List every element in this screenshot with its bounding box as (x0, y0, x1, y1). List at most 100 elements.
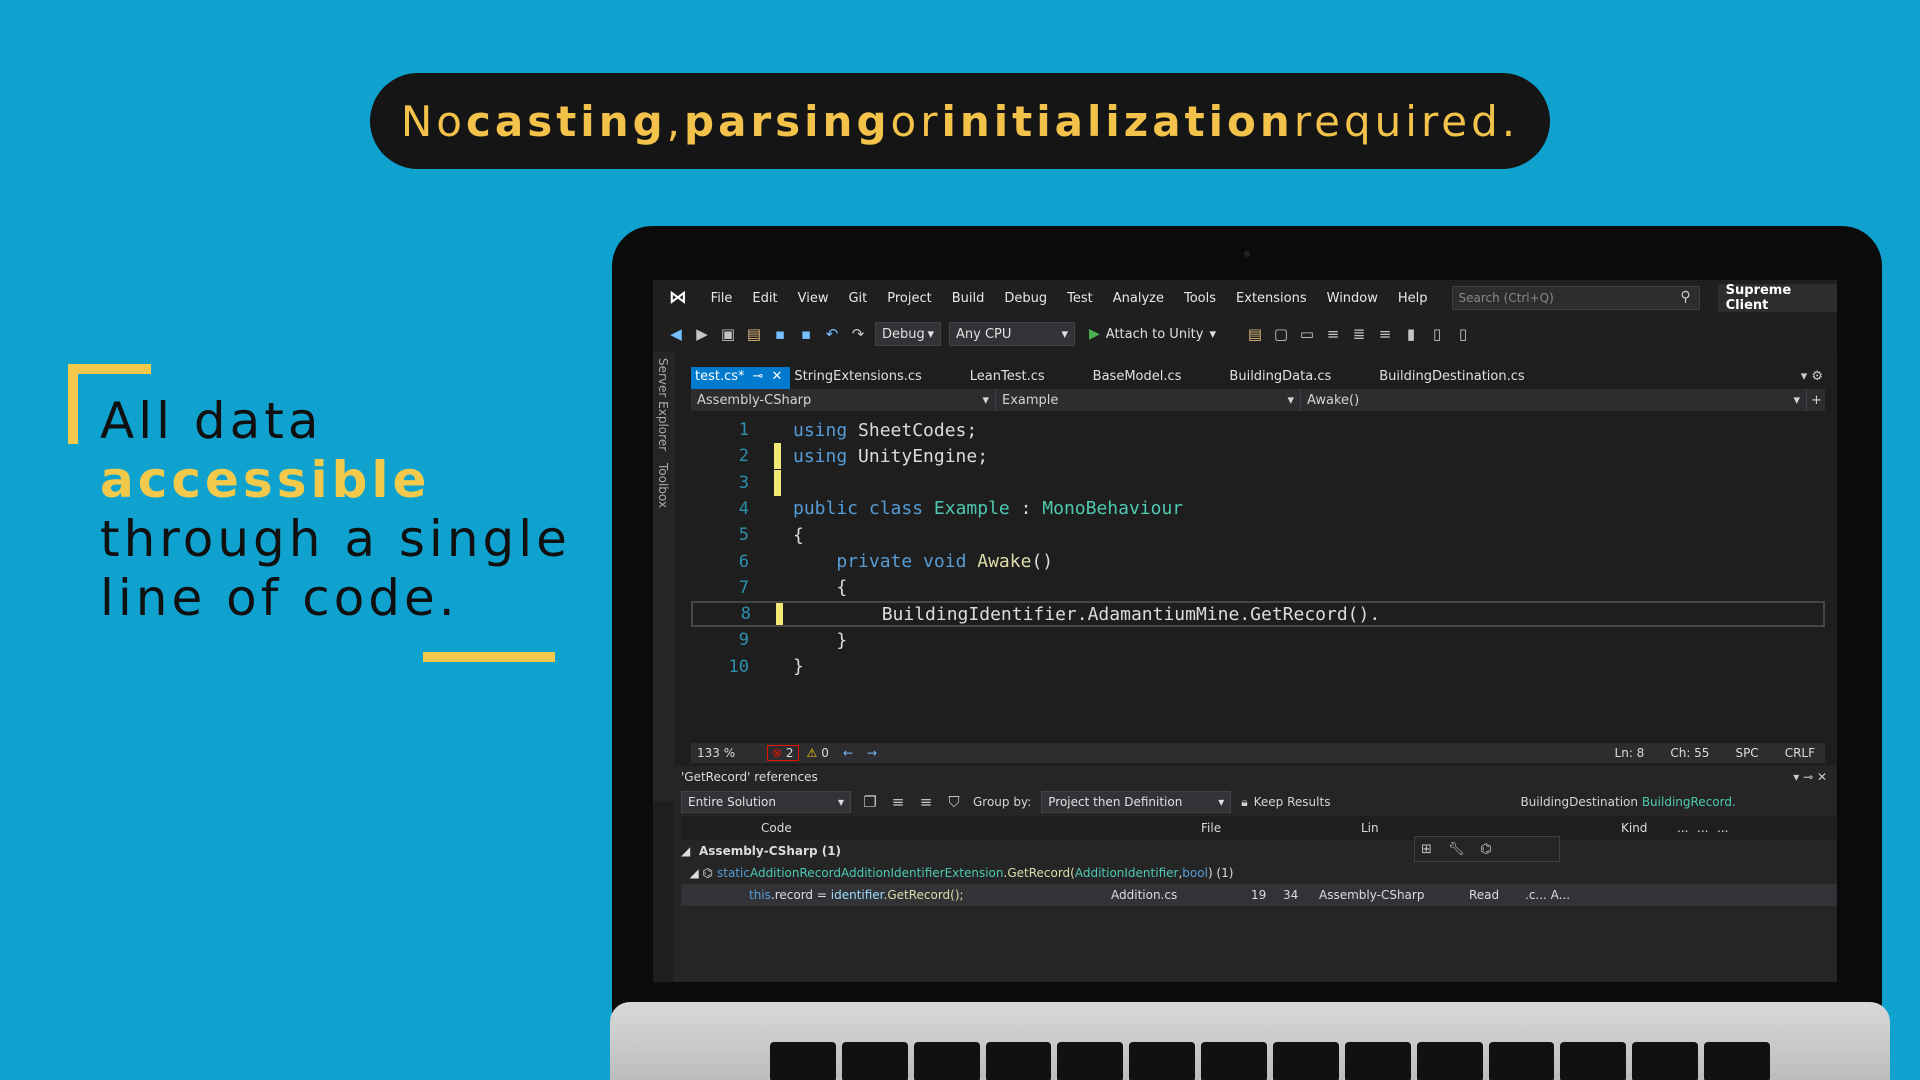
code-line[interactable]: 9 } (691, 627, 1825, 653)
column-extra[interactable]: ... (1717, 821, 1737, 835)
column-line[interactable]: Lin (1361, 821, 1621, 835)
menu-extensions[interactable]: Extensions (1226, 291, 1317, 306)
forward-icon[interactable]: ▶ (693, 325, 711, 343)
chevron-down-icon: ▾ (1209, 326, 1216, 342)
menu-help[interactable]: Help (1388, 291, 1438, 306)
expand-all-icon[interactable]: ≡ (889, 793, 907, 811)
member-dropdown[interactable]: Awake() ▾ (1301, 389, 1807, 411)
tab-overflow-icon[interactable]: ▾ ⚙ (1793, 367, 1831, 389)
headline-text: No (400, 96, 466, 146)
method-icon[interactable]: ⌬ (1480, 842, 1491, 857)
menu-git[interactable]: Git (838, 291, 877, 306)
pin-icon[interactable]: ⊸ (753, 369, 764, 389)
clear-filter-icon[interactable]: ⛉ (945, 793, 963, 811)
bookmark-icon[interactable]: ▮ (1402, 325, 1420, 343)
code-line[interactable]: 1 using SheetCodes; (691, 417, 1825, 443)
code-editor[interactable]: 1 using SheetCodes; 2 using UnityEngine; 3 4 p… (691, 411, 1825, 743)
code-line[interactable]: 10} (691, 654, 1825, 680)
server-explorer-tab[interactable]: Server Explorer (653, 352, 673, 457)
redo-icon[interactable]: ↷ (849, 325, 867, 343)
code-line[interactable]: 4 public class Example : MonoBehaviour (691, 496, 1825, 522)
scope-select[interactable]: Entire Solution ▾ (681, 791, 851, 813)
error-count[interactable]: ⊗ 2 (767, 745, 799, 761)
editor-status-row: 133 % ⊗ 2 ⚠ 0 ← → Ln: 8 Ch: 55 SPC CRLF (691, 743, 1825, 763)
close-icon[interactable]: ✕ (771, 369, 782, 389)
keep-results-label: Keep Results (1253, 795, 1331, 809)
headline-text: or (890, 96, 942, 146)
attach-to-unity-button[interactable]: ▶ Attach to Unity ▾ (1089, 326, 1216, 342)
configuration-select[interactable]: Debug ▾ (875, 322, 941, 346)
column-file[interactable]: File (1201, 821, 1361, 835)
split-icon[interactable]: + (1807, 393, 1822, 408)
undo-icon[interactable]: ↶ (823, 325, 841, 343)
references-definition-row[interactable]: ◢ ⌬ static AdditionRecord AdditionIdenti… (681, 862, 1837, 884)
zoom-level[interactable]: 133 % (691, 746, 753, 760)
toolbox-tab[interactable]: Toolbox (653, 457, 673, 514)
bookmark-prev-icon[interactable]: ▯ (1428, 325, 1446, 343)
warning-count[interactable]: 0 (821, 746, 829, 760)
copy-icon[interactable]: ❐ (861, 793, 879, 811)
menu-project[interactable]: Project (877, 291, 941, 306)
new-project-icon[interactable]: ▣ (719, 325, 737, 343)
reference-result-row[interactable]: this.record = identifier.GetRecord(); Ad… (681, 884, 1837, 906)
menu-file[interactable]: File (701, 291, 743, 306)
screenshot-icon[interactable]: ▢ (1272, 325, 1290, 343)
menu-tools[interactable]: Tools (1174, 291, 1226, 306)
code-line[interactable]: 3 (691, 469, 1825, 496)
open-folder-icon[interactable]: ▤ (745, 325, 763, 343)
code-line[interactable]: 7 { (691, 575, 1825, 601)
whitespace-mode[interactable]: SPC (1735, 746, 1758, 760)
group-by-select[interactable]: Project then Definition ▾ (1041, 791, 1232, 813)
search-input[interactable]: Search (Ctrl+Q) ⚲ (1451, 286, 1700, 310)
tab-building-data[interactable]: BuildingData.cs (1225, 367, 1375, 389)
code-line[interactable]: 5{ (691, 522, 1825, 548)
visual-studio-logo-icon[interactable]: ⋈ (665, 287, 691, 309)
platform-select[interactable]: Any CPU ▾ (949, 322, 1075, 346)
keep-results-button[interactable]: 🔒︎ Keep Results (1241, 795, 1330, 810)
column-extra[interactable]: ... (1697, 821, 1717, 835)
code-token: } (793, 656, 804, 678)
expand-icon[interactable]: ⊞ (1421, 842, 1432, 857)
navigate-forward-icon[interactable]: → (867, 746, 877, 760)
menu-build[interactable]: Build (942, 291, 995, 306)
folder-icon[interactable]: ▤ (1246, 325, 1264, 343)
ref-file: Addition.cs (1111, 888, 1178, 902)
column-code[interactable]: Code (761, 821, 1201, 835)
column-extra[interactable]: ... (1677, 821, 1697, 835)
project-dropdown[interactable]: Assembly-CSharp ▾ (691, 389, 996, 411)
collapse-arrow-icon[interactable]: ◢ (681, 844, 699, 858)
bookmark-next-icon[interactable]: ▯ (1454, 325, 1472, 343)
tab-test-cs[interactable]: test.cs* ⊸ ✕ (691, 367, 791, 389)
tab-string-extensions[interactable]: StringExtensions.cs (790, 367, 965, 389)
save-icon[interactable]: ▪ (771, 325, 789, 343)
class-dropdown[interactable]: Example ▾ (996, 389, 1301, 411)
save-all-icon[interactable]: ▪ (797, 325, 815, 343)
code-line[interactable]: 8 BuildingIdentifier.AdamantiumMine.GetR… (691, 601, 1825, 628)
menu-test[interactable]: Test (1057, 291, 1103, 306)
code-line[interactable]: 6 private void Awake() (691, 549, 1825, 575)
tab-building-destination[interactable]: BuildingDestination.cs (1375, 367, 1568, 389)
menu-edit[interactable]: Edit (742, 291, 787, 306)
format-icon[interactable]: ≡ (1324, 325, 1342, 343)
navigate-back-icon[interactable]: ← (843, 746, 853, 760)
profile-button[interactable]: Supreme Client (1717, 283, 1837, 313)
menu-window[interactable]: Window (1317, 291, 1388, 306)
panel-controls-icon[interactable]: ▾ ⊸ ✕ (1793, 770, 1837, 784)
column-kind[interactable]: Kind (1621, 821, 1677, 835)
code-text: BuildingIdentifier.AdamantiumMine.GetRec… (795, 604, 1381, 625)
wrench-icon[interactable]: 🔧︎ (1448, 842, 1465, 857)
class-value: Example (1002, 392, 1059, 408)
back-icon[interactable]: ◀ (667, 325, 685, 343)
indent-icon[interactable]: ≣ (1350, 325, 1368, 343)
tab-lean-test[interactable]: LeanTest.cs (966, 367, 1089, 389)
breakpoint-icon[interactable]: ▭ (1298, 325, 1316, 343)
menu-debug[interactable]: Debug (994, 291, 1057, 306)
menu-analyze[interactable]: Analyze (1103, 291, 1174, 306)
references-group-row[interactable]: ◢ Assembly-CSharp (1) (681, 840, 1837, 862)
line-ending[interactable]: CRLF (1785, 746, 1815, 760)
menu-view[interactable]: View (788, 291, 839, 306)
code-line[interactable]: 2 using UnityEngine; (691, 443, 1825, 470)
comment-icon[interactable]: ≡ (1376, 325, 1394, 343)
tab-base-model[interactable]: BaseModel.cs (1089, 367, 1226, 389)
collapse-all-icon[interactable]: ≡ (917, 793, 935, 811)
